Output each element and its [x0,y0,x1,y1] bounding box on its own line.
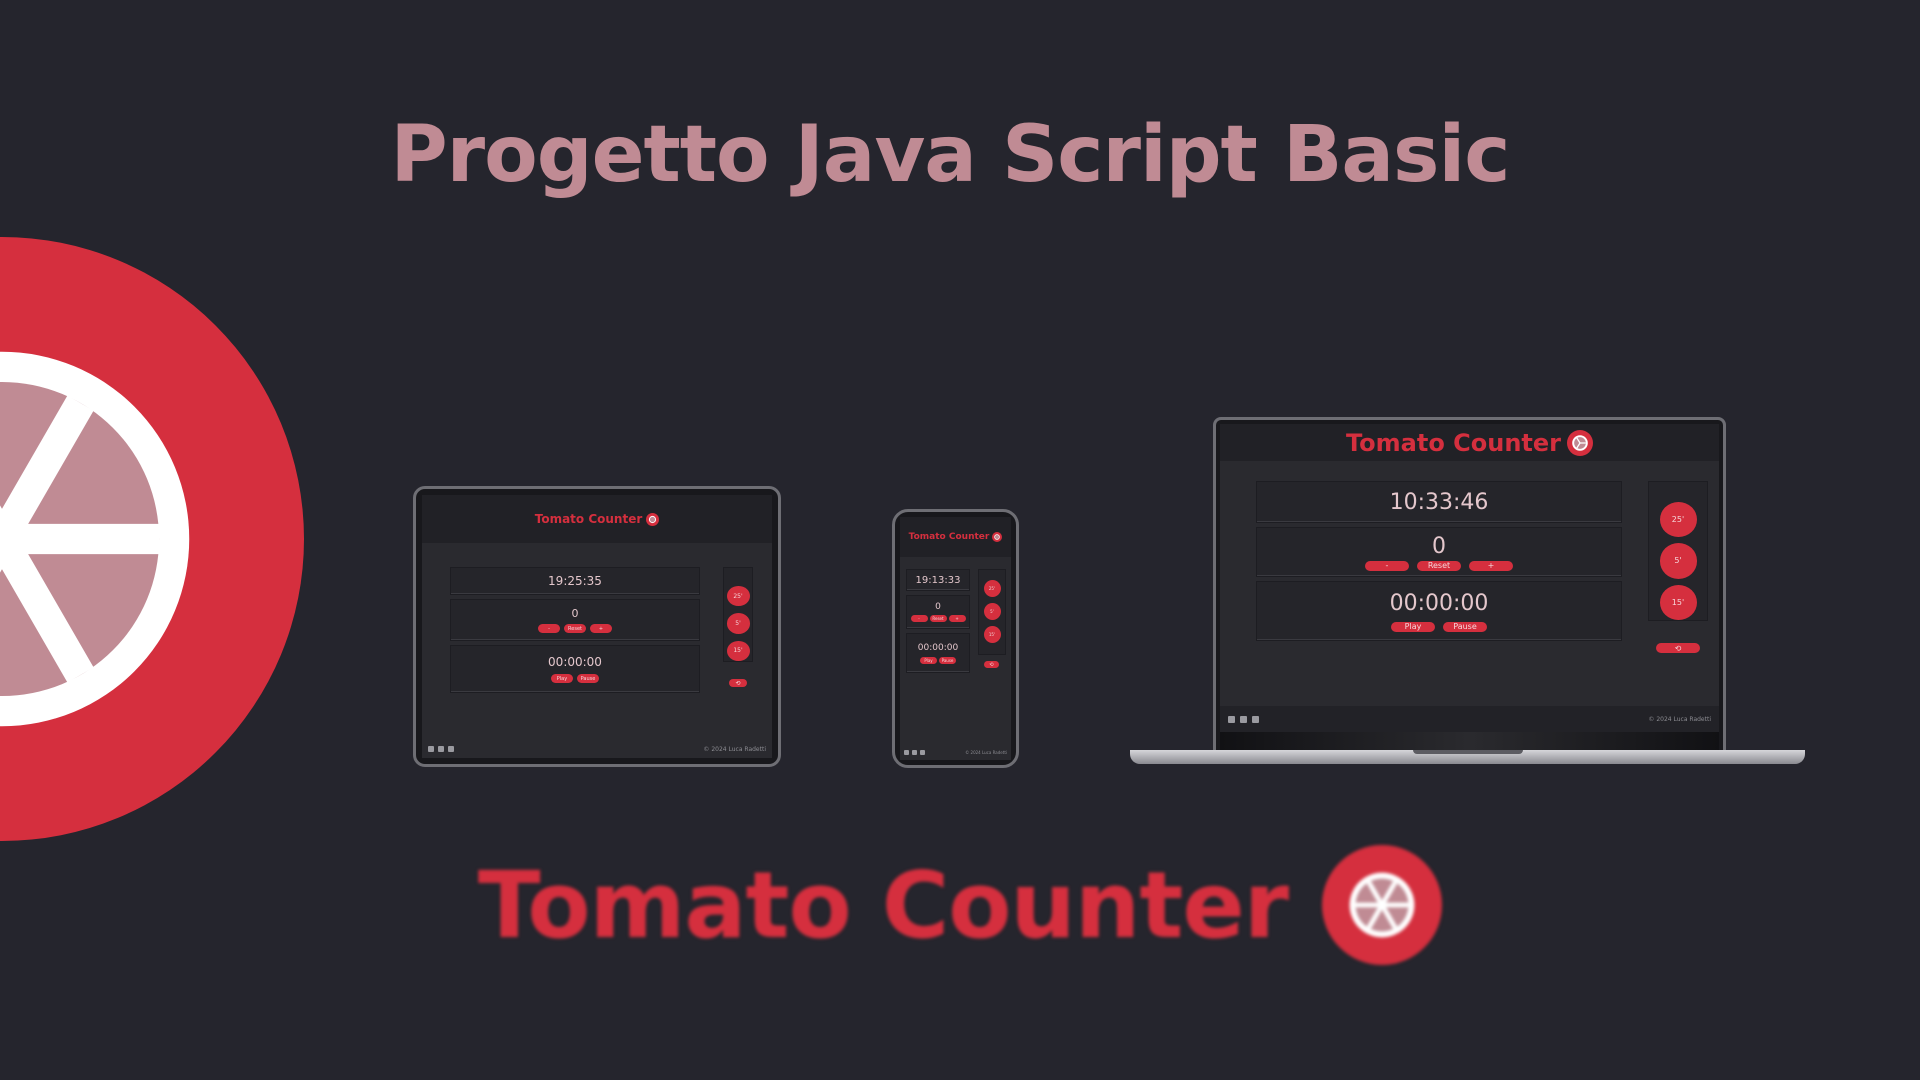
laptop-mockup: Tomato Counter 10:33:46 0 - Reset + 00:0… [1213,417,1726,752]
timer-panel: 00:00:00 Play Pause [906,633,970,673]
linkedin-icon[interactable] [448,746,454,752]
slide-headline: Progetto Java Script Basic [390,110,1511,200]
preset-5-button[interactable]: 5' [726,613,750,634]
clock-display: 19:25:35 [450,567,700,595]
tomato-logo-icon [1322,845,1443,965]
tomato-logo-icon [646,512,660,526]
reset-button[interactable]: Reset [564,624,586,633]
instagram-icon[interactable] [438,746,444,752]
instagram-icon[interactable] [912,749,917,755]
app-footer: © 2024 Luca Radetti [422,740,772,758]
brand-name: Tomato Counter [477,851,1289,959]
phone-mockup: Tomato Counter 19:13:33 0 - Reset + 00:0… [892,509,1019,768]
timer-display: 00:00:00 [917,642,959,653]
tomato-logo-icon [1567,429,1594,456]
brand-lockup: Tomato Counter [0,845,1920,965]
timer-buttons: Play Pause [1391,621,1487,632]
preset-25-button[interactable]: 25' [983,580,1001,597]
app-header: Tomato Counter [900,517,1011,557]
clear-button[interactable]: ⟲ [984,661,999,668]
app-body: 19:25:35 0 - Reset + 00:00:00 Play Pause [422,543,772,740]
copyright-text: © 2024 Luca Radetti [1648,715,1711,723]
preset-25-button[interactable]: 25' [1659,502,1697,538]
clock-display: 10:33:46 [1256,481,1622,523]
app-title: Tomato Counter [908,532,990,542]
counter-buttons: - Reset + [538,624,612,633]
presentation-slide: Progetto Java Script Basic Tomato Counte… [0,0,1920,1080]
preset-15-button[interactable]: 15' [1659,584,1697,620]
play-button[interactable]: Play [920,656,937,664]
timer-panel: 00:00:00 Play Pause [450,645,700,693]
counter-panel: 0 - Reset + [450,599,700,641]
app-title: Tomato Counter [1345,428,1562,457]
preset-sidebar: 25' 5' 15' [723,567,753,662]
timer-buttons: Play Pause [920,656,956,664]
tomato-logo-large-icon [0,237,304,841]
social-links [904,749,925,755]
decrement-button[interactable]: - [1365,560,1409,571]
clock-display: 19:13:33 [906,569,970,591]
social-links [1228,715,1259,723]
decrement-button[interactable]: - [538,624,560,633]
counter-panel: 0 - Reset + [1256,527,1622,577]
timer-buttons: Play Pause [551,674,599,683]
instagram-icon[interactable] [1240,715,1247,723]
app-header: Tomato Counter [422,495,772,543]
increment-button[interactable]: + [590,624,612,633]
social-links [428,746,454,752]
preset-25-button[interactable]: 25' [726,586,750,607]
linkedin-icon[interactable] [1252,715,1259,723]
github-icon[interactable] [428,746,434,752]
reset-button[interactable]: Reset [1417,560,1461,571]
app-body: 10:33:46 0 - Reset + 00:00:00 Play Pause [1220,461,1719,706]
preset-sidebar: 25' 5' 15' [978,569,1006,655]
tablet-mockup: Tomato Counter 19:25:35 0 - Reset + 00:0… [413,486,781,767]
reset-button[interactable]: Reset [929,615,947,622]
tablet-screen: Tomato Counter 19:25:35 0 - Reset + 00:0… [422,495,772,758]
timer-display: 00:00:00 [1389,590,1489,616]
pause-button[interactable]: Pause [939,656,956,664]
preset-5-button[interactable]: 5' [983,603,1001,620]
play-button[interactable]: Play [551,674,573,683]
increment-button[interactable]: + [1469,560,1513,571]
app-header: Tomato Counter [1220,424,1719,461]
counter-buttons: - Reset + [1365,560,1513,571]
tomato-logo-icon [992,532,1003,542]
preset-15-button[interactable]: 15' [726,640,750,661]
pause-button[interactable]: Pause [1443,621,1487,632]
pause-button[interactable]: Pause [577,674,599,683]
increment-button[interactable]: + [948,615,966,622]
app-footer: © 2024 Luca Radetti [1220,706,1719,732]
app-title: Tomato Counter [534,512,643,526]
counter-panel: 0 - Reset + [906,595,970,629]
play-button[interactable]: Play [1391,621,1435,632]
github-icon[interactable] [1228,715,1235,723]
preset-5-button[interactable]: 5' [1659,543,1697,579]
github-icon[interactable] [904,749,909,755]
linkedin-icon[interactable] [920,749,925,755]
app-footer: © 2024 Luca Radetti [900,744,1011,760]
counter-buttons: - Reset + [910,615,966,622]
phone-screen: Tomato Counter 19:13:33 0 - Reset + 00:0… [900,517,1011,760]
copyright-text: © 2024 Luca Radetti [965,749,1007,755]
preset-15-button[interactable]: 15' [983,626,1001,643]
counter-value: 0 [1432,533,1446,559]
app-body: 19:13:33 0 - Reset + 00:00:00 Play Pause [900,557,1011,744]
counter-value: 0 [935,602,941,612]
copyright-text: © 2024 Luca Radetti [703,745,766,753]
laptop-hinge [1413,750,1523,754]
laptop-screen: Tomato Counter 10:33:46 0 - Reset + 00:0… [1220,424,1719,752]
decrement-button[interactable]: - [910,615,928,622]
timer-display: 00:00:00 [548,655,602,669]
laptop-wallpaper-strip [1220,732,1719,752]
preset-sidebar: 25' 5' 15' [1648,481,1708,621]
clear-button[interactable]: ⟲ [1656,643,1700,653]
counter-value: 0 [571,607,579,620]
timer-panel: 00:00:00 Play Pause [1256,581,1622,641]
clear-button[interactable]: ⟲ [729,679,747,687]
